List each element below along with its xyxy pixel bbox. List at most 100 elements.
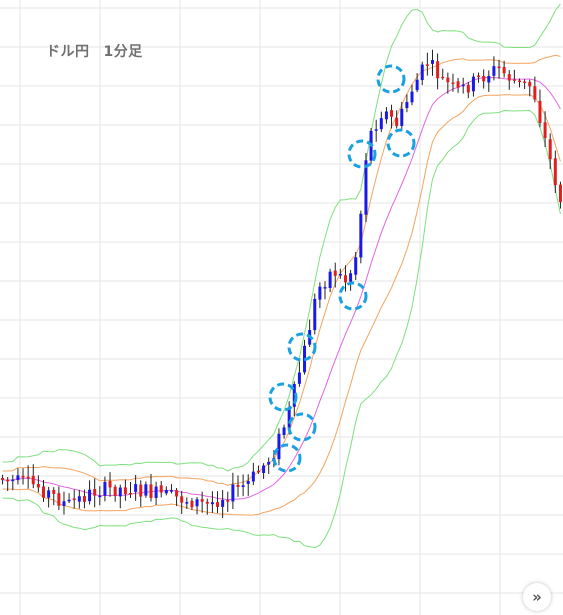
candle [16, 468, 20, 485]
candle [512, 69, 516, 84]
candle [328, 268, 332, 293]
candle-body [200, 499, 204, 502]
candle-body [123, 487, 127, 495]
dashed-circle-marker [268, 382, 298, 412]
bollinger-bands [2, 3, 561, 549]
candle [139, 480, 143, 507]
dashed-circle-marker [386, 128, 416, 158]
candle-body [6, 479, 10, 482]
candle [318, 282, 322, 308]
candle [216, 491, 220, 514]
candle [231, 472, 235, 510]
candle-body [185, 502, 189, 504]
candle-body [88, 489, 92, 502]
double-chevron-right-icon: » [532, 588, 542, 606]
candle-body [430, 60, 434, 64]
candle [364, 153, 368, 223]
candle-body [512, 79, 516, 81]
candle [190, 498, 194, 510]
candle-body [1, 477, 5, 480]
candle [236, 475, 240, 497]
candle [26, 465, 30, 489]
candle [154, 481, 158, 505]
candle [88, 480, 92, 505]
dashed-circle-marker [287, 412, 317, 442]
candle [93, 478, 97, 508]
candle-body [343, 275, 347, 283]
candle [430, 49, 434, 76]
candle-body [349, 273, 353, 282]
candle [123, 479, 127, 501]
candle-body [461, 84, 465, 87]
candle-body [195, 499, 199, 507]
candle-body [425, 64, 429, 66]
candle [144, 481, 148, 498]
candle [262, 463, 266, 479]
candle-body [262, 465, 266, 474]
candle-body [129, 492, 133, 495]
candle [461, 77, 465, 94]
candle-body [523, 81, 527, 83]
candle-body [26, 476, 30, 479]
candle-body [246, 480, 250, 484]
candle [308, 319, 312, 347]
candle [359, 210, 363, 264]
candle [72, 489, 76, 509]
candle [303, 339, 307, 375]
candle-body [236, 484, 240, 487]
candle [313, 293, 317, 335]
candle-body [77, 496, 81, 502]
candles [1, 49, 562, 519]
candle-body [159, 485, 163, 493]
candle [246, 474, 250, 496]
candle [11, 474, 15, 491]
candle-body [175, 490, 179, 497]
chart-title: ドル円 1分足 [46, 41, 143, 61]
candle [226, 491, 230, 512]
candle-body [169, 490, 173, 492]
candlestick-chart[interactable] [0, 0, 563, 615]
candle-body [251, 471, 255, 482]
candle-body [451, 82, 455, 85]
candle [436, 53, 440, 90]
candle-body [415, 79, 419, 91]
candle [471, 73, 475, 97]
candle [420, 61, 424, 86]
candle [21, 468, 25, 485]
candle-body [328, 271, 332, 288]
bollinger-upper-2sigma [2, 3, 561, 472]
candle [180, 490, 184, 514]
candle-body [466, 84, 470, 93]
candle [333, 262, 337, 288]
candle-body [543, 122, 547, 139]
candle-body [318, 286, 322, 300]
candle [210, 491, 214, 513]
candle-body [528, 81, 532, 87]
candle [113, 484, 117, 502]
candle-body [231, 484, 235, 502]
candle-body [313, 298, 317, 331]
candle-body [405, 102, 409, 109]
candle-body [400, 108, 404, 126]
candle-body [507, 74, 511, 81]
candle-body [338, 273, 342, 276]
candle [456, 78, 460, 93]
candle-body [267, 461, 271, 465]
candle [241, 474, 245, 497]
candle [323, 281, 327, 300]
candle-body [31, 475, 35, 485]
candle-body [154, 486, 158, 498]
candle [57, 486, 61, 511]
candle-body [205, 501, 209, 504]
candle [267, 457, 271, 474]
candle-body [477, 75, 481, 78]
candle-body [149, 484, 153, 499]
candle-body [139, 484, 143, 497]
highlight-markers [268, 64, 416, 473]
candle [118, 484, 122, 509]
candle [487, 70, 491, 92]
candle-body [21, 475, 25, 478]
scroll-next-button[interactable]: » [523, 583, 551, 611]
candle-body [180, 496, 184, 503]
candle-body [502, 66, 506, 74]
